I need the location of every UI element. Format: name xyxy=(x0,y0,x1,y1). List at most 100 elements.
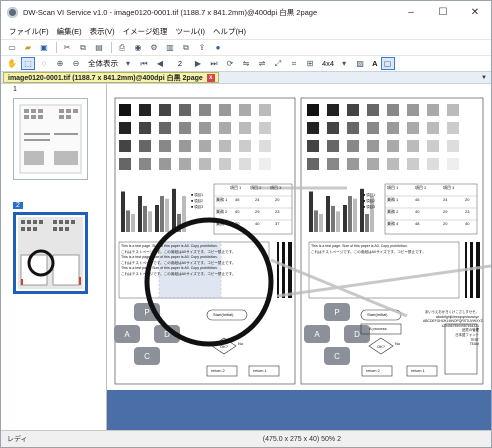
open-folder-icon[interactable]: ▰ xyxy=(21,41,35,54)
menu-file[interactable]: ファイル(F) xyxy=(5,26,53,37)
pattern-icon[interactable]: ▨ xyxy=(353,57,367,70)
pdca-letter: A xyxy=(124,330,130,339)
gray-test-square xyxy=(427,140,439,152)
new-file-icon[interactable]: ▭ xyxy=(5,41,19,54)
bar-mark xyxy=(172,188,176,232)
table-cell: 24 xyxy=(443,197,448,202)
gray-test-square xyxy=(219,122,231,134)
zoom-out-icon[interactable]: ⊖ xyxy=(69,57,83,70)
gray-test-square xyxy=(447,122,459,134)
hand-icon[interactable]: ✋ xyxy=(5,57,19,70)
cut-icon[interactable]: ✂ xyxy=(60,41,74,54)
thumbnail-page-2[interactable] xyxy=(13,212,88,294)
table-cell: 40 xyxy=(255,221,260,226)
rotate-icon[interactable]: ⟳ xyxy=(223,57,237,70)
dropdown-arrow-icon[interactable]: ▾ xyxy=(337,57,351,70)
menu-tools[interactable]: ツール(I) xyxy=(171,26,209,37)
grid-size-select[interactable]: 4x4 xyxy=(322,59,334,68)
first-page-icon[interactable]: ⏮ xyxy=(137,57,151,70)
print-icon[interactable]: ⎙ xyxy=(115,41,129,54)
fit-view-button[interactable]: 全体表示 xyxy=(88,58,118,69)
maximize-button[interactable]: ☐ xyxy=(427,1,459,23)
close-button[interactable]: ✕ xyxy=(459,1,491,23)
gray-test-square xyxy=(159,158,171,170)
status-text: レディ xyxy=(7,436,28,443)
pdca-letter: D xyxy=(354,330,360,339)
deskew-icon[interactable]: ⤢ xyxy=(271,57,285,70)
gray-test-square xyxy=(259,122,271,134)
gray-test-square xyxy=(119,104,131,116)
help-icon[interactable]: ● xyxy=(211,41,225,54)
chart-legend: ■ 項目1 ■ 項目2 ■ 項目3 xyxy=(191,192,203,210)
bar-mark xyxy=(160,196,164,232)
tab-close-icon[interactable]: x xyxy=(206,73,215,82)
bar-mark xyxy=(126,210,130,232)
scan-icon[interactable]: ◉ xyxy=(131,41,145,54)
menu-view[interactable]: 表示(V) xyxy=(86,26,119,37)
title-bar: DW-Scan VI Service v1.0 - image0120-0001… xyxy=(1,1,491,23)
copy-icon[interactable]: ⧉ xyxy=(76,41,90,54)
gray-test-square xyxy=(239,158,251,170)
bar-mark xyxy=(148,211,152,232)
prev-page-icon[interactable]: ◀ xyxy=(153,57,167,70)
gray-test-square xyxy=(447,140,459,152)
gray-test-square xyxy=(407,122,419,134)
table-cell: 29 xyxy=(443,209,448,214)
bar-mark xyxy=(121,191,125,232)
zoom-in-icon[interactable]: ⊕ xyxy=(53,57,67,70)
page-number-field[interactable]: 2 xyxy=(169,59,191,68)
export-icon[interactable]: ⇪ xyxy=(195,41,209,54)
text-line: TEAM xyxy=(469,342,479,347)
gray-test-square xyxy=(179,158,191,170)
menu-edit[interactable]: 編集(E) xyxy=(53,26,86,37)
gray-test-square xyxy=(427,158,439,170)
image-viewer[interactable]: PADC PADC 項目 1 項目 2 項目 3 業務 1 45 24 20 業… xyxy=(107,84,491,430)
next-page-icon[interactable]: ▶ xyxy=(191,57,205,70)
layout-icon[interactable]: ▥ xyxy=(163,41,177,54)
table-row-label: 業務 3 xyxy=(216,221,228,226)
save-icon[interactable]: ▣ xyxy=(37,41,51,54)
gray-test-square xyxy=(327,104,339,116)
mirror-icon[interactable]: ⇌ xyxy=(255,57,269,70)
gray-test-square xyxy=(179,104,191,116)
menu-help[interactable]: ヘルプ(H) xyxy=(209,26,250,37)
dropdown-arrow-icon[interactable]: ▾ xyxy=(121,57,135,70)
flip-icon[interactable]: ⇋ xyxy=(239,57,253,70)
gray-test-square xyxy=(307,104,319,116)
menu-image[interactable]: イメージ処理 xyxy=(119,26,172,37)
lasso-icon[interactable]: ◌ xyxy=(37,57,51,70)
grid-icon[interactable]: ⊞ xyxy=(303,57,317,70)
gray-test-square xyxy=(327,140,339,152)
bar-mark xyxy=(309,191,313,232)
thumbnail-page-1[interactable] xyxy=(13,98,88,180)
bar-mark xyxy=(165,198,169,232)
document-tab[interactable]: image0120-0001.tif (1188.7 x 841.2mm)@40… xyxy=(3,72,219,83)
frame-icon[interactable]: ▢ xyxy=(380,57,395,70)
flow-return-2: return 2 xyxy=(211,368,225,373)
gray-test-square xyxy=(447,104,459,116)
app-icon xyxy=(7,6,18,18)
text-tool-button[interactable]: A xyxy=(372,59,377,68)
bar-mark xyxy=(343,205,347,232)
pdca-letter: P xyxy=(144,308,149,317)
text-line: あいうえおかきくけこさしすせそ。 xyxy=(424,310,479,314)
tab-list-arrow-icon[interactable]: ▼ xyxy=(481,75,487,81)
gray-test-square xyxy=(327,158,339,170)
flow-no: No xyxy=(238,341,244,346)
gray-test-square xyxy=(407,140,419,152)
last-page-icon[interactable]: ⏭ xyxy=(207,57,221,70)
minimize-button[interactable]: – xyxy=(395,1,427,23)
gray-test-square xyxy=(259,140,271,152)
paste-icon[interactable]: ▤ xyxy=(92,41,106,54)
table-cell: 45 xyxy=(415,197,420,202)
gray-test-square xyxy=(199,158,211,170)
document-tab-label: image0120-0001.tif (1188.7 x 841.2mm)@40… xyxy=(8,74,203,82)
gray-test-square xyxy=(307,122,319,134)
select-rect-icon[interactable]: ⬚ xyxy=(21,57,35,70)
crop-icon[interactable]: ⌗ xyxy=(287,57,301,70)
bar-mark xyxy=(331,205,335,232)
separator xyxy=(111,42,112,53)
text-line: これはテストページです。この用紙はA0サイズです。コピー禁止です。 xyxy=(311,249,426,254)
copy-doc-icon[interactable]: ⧉ xyxy=(179,41,193,54)
settings-icon[interactable]: ⚙ xyxy=(147,41,161,54)
